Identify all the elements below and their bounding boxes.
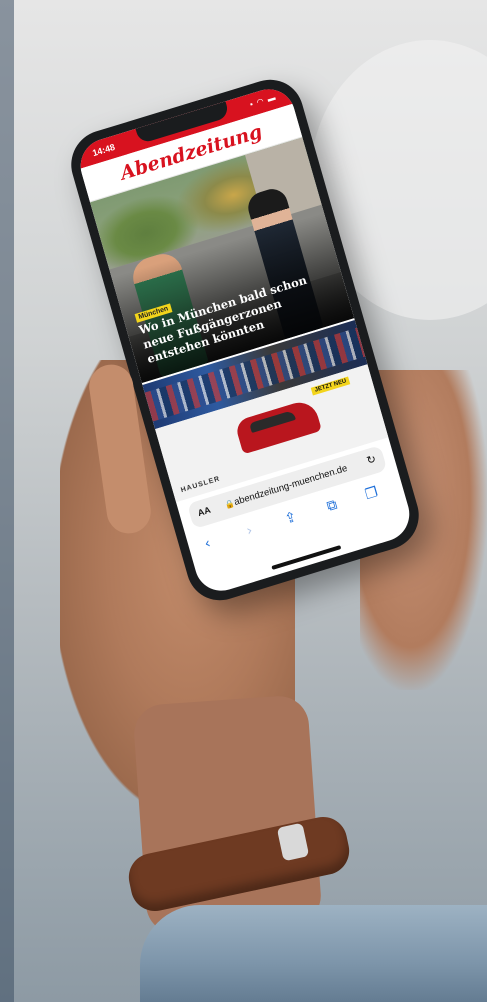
reader-aa-button[interactable]: AA	[197, 505, 212, 518]
car-image	[234, 397, 322, 455]
ad-badge: JETZT NEU	[311, 376, 351, 396]
reload-icon[interactable]: ↻	[365, 452, 377, 467]
tabs-icon[interactable]: ❐	[363, 484, 379, 503]
denim-sleeve	[140, 905, 487, 1002]
bookmarks-icon[interactable]: ⧉	[325, 497, 339, 515]
back-icon[interactable]: ‹	[203, 535, 213, 552]
ad-brand-logo: HAUSLER	[180, 475, 222, 495]
signal-wifi-battery-icons: ▪ ◠ ▬	[248, 92, 278, 110]
share-icon[interactable]: ⇪	[283, 509, 299, 528]
home-indicator[interactable]	[271, 545, 342, 570]
forward-icon[interactable]: ›	[245, 522, 255, 539]
status-time: 14:48	[91, 141, 117, 159]
